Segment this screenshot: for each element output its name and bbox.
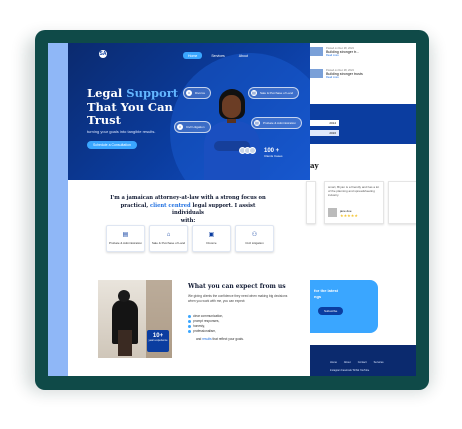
list-item-label: professionalism, — [193, 329, 217, 333]
services-row: ▤ Probate & Administration ⌂ Sale & Purc… — [106, 225, 274, 252]
about-line: practical, — [120, 202, 150, 209]
expect-closing: and results that reflect your goals. — [196, 337, 244, 341]
hero-title-line2: That You Can — [87, 99, 173, 114]
testimonial-card: smart, Bryan is a friendly and has a lot… — [324, 181, 384, 224]
pill-label: Probate & Administration — [263, 121, 297, 125]
footer-social-links[interactable]: Instagram Facebook TikTok YouTube — [330, 369, 369, 372]
newsletter-text: for the latest ngs — [314, 288, 338, 299]
footer-links: Home About Contact Services — [330, 361, 384, 364]
website-preview: SA Home Services About Legal Support Tha… — [48, 43, 416, 376]
clients-stat: 100 + Clients Cases — [264, 148, 283, 158]
pill-probate[interactable]: ▤ Probate & Administration — [251, 117, 303, 129]
client-avatars — [239, 147, 256, 154]
read-more-link[interactable]: Read more — [326, 54, 359, 57]
footer: Home About Contact Services Instagram Fa… — [310, 345, 416, 376]
house-icon: ⌂ — [186, 90, 192, 96]
pill-civil-litigation[interactable]: ⌂ Civil Litigation — [174, 121, 211, 133]
people-icon: ⚇ — [251, 232, 258, 238]
secondary-page-peek: Posted on Dec 28, 2024 Building stronger… — [306, 43, 416, 376]
pill-label: Civil Litigation — [186, 125, 205, 129]
document-icon: ▤ — [254, 120, 260, 126]
service-label: Probate & Administration — [108, 241, 143, 245]
consultation-button[interactable]: Schedule a Consultation — [87, 141, 137, 149]
service-card-divorce[interactable]: ▣ Divorce — [192, 225, 231, 252]
check-icon — [188, 320, 191, 323]
footer-link[interactable]: Home — [330, 361, 337, 364]
blog-post[interactable]: Posted on Dec 28, 2024 Building stronger… — [310, 47, 359, 57]
stat-cell: 2016 — [310, 130, 339, 136]
check-icon — [188, 325, 191, 328]
site-logo[interactable]: SA — [99, 50, 107, 58]
testimonial-card — [388, 181, 416, 224]
pill-label: Divorce — [195, 91, 206, 95]
closing-highlight: results — [202, 337, 212, 341]
subscribe-button[interactable]: Subscribe — [318, 307, 344, 315]
newsletter-box: for the latest ngs Subscribe — [310, 280, 378, 333]
testimonials-heading: ay — [310, 161, 319, 170]
star-rating: ★★★★★ — [340, 213, 358, 218]
briefcase-icon: ▣ — [208, 232, 215, 238]
hero-subtitle: turning your goals into tangible results… — [87, 129, 156, 134]
testimonial-card — [306, 181, 316, 224]
stat-cell: 2014 — [310, 120, 339, 126]
post-thumbnail — [310, 69, 323, 78]
expect-intro: We giving clients the confidence they ne… — [188, 294, 288, 303]
footer-link[interactable]: Services — [374, 361, 384, 364]
newsletter-line: ngs — [314, 293, 322, 299]
about-line: with: — [180, 217, 196, 224]
service-card-probate[interactable]: ▤ Probate & Administration — [106, 225, 145, 252]
check-icon — [188, 330, 191, 333]
read-more-link[interactable]: Read more — [326, 76, 363, 79]
house-icon: ⌂ — [166, 232, 171, 238]
closing-part: that reflect your goals. — [211, 337, 244, 341]
footer-link[interactable]: Contact — [358, 361, 367, 364]
nav-item-about[interactable]: About — [234, 52, 253, 59]
house-icon: ⌂ — [177, 124, 183, 130]
main-page: SA Home Services About Legal Support Tha… — [68, 43, 310, 376]
about-text: I'm a jamaican attorney-at-law with a st… — [108, 195, 268, 225]
avatar — [328, 208, 337, 217]
clients-label: Clients Cases — [264, 154, 283, 158]
document-icon: ▤ — [122, 232, 129, 238]
expect-title: What you can expect from us — [188, 283, 286, 290]
service-card-litigation[interactable]: ⚇ Civil Litigation — [235, 225, 274, 252]
expect-list: clear communication, prompt responses, h… — [188, 314, 223, 334]
experience-label: years experience — [148, 339, 168, 342]
service-label: Sale & Purchase of Land — [151, 241, 186, 245]
newsletter-line: for the latest — [314, 288, 339, 293]
service-card-land[interactable]: ⌂ Sale & Purchase of Land — [149, 225, 188, 252]
testimonial-quote: smart, Bryan is a friendly and has a lot… — [328, 185, 380, 198]
list-item: professionalism, — [188, 329, 223, 334]
nav-item-services[interactable]: Services — [206, 52, 229, 59]
about-line: I'm a jamaican attorney-at-law with a st… — [110, 195, 266, 201]
nav-item-home[interactable]: Home — [183, 52, 203, 59]
hero-title-part: Legal — [87, 86, 127, 100]
experience-badge: 10+ years experience — [147, 330, 169, 352]
document-icon: ▤ — [251, 90, 257, 96]
avatar — [249, 147, 256, 154]
footer-link[interactable]: About — [344, 361, 351, 364]
hero-title-line3: Trust — [87, 113, 121, 127]
pill-sale-purchase[interactable]: ▤ Sale & Purchase of Land — [248, 87, 300, 99]
about-highlight: client centred — [149, 202, 191, 209]
hero-title-accent: Support — [126, 86, 179, 100]
attorney-portrait — [196, 89, 266, 180]
main-nav: Home Services About — [183, 52, 253, 59]
post-thumbnail — [310, 47, 323, 56]
blog-post[interactable]: Posted on Dec 28, 2024 Building stronger… — [310, 69, 363, 79]
service-label: Civil Litigation — [245, 241, 264, 245]
service-label: Divorce — [206, 241, 217, 245]
pill-divorce[interactable]: ⌂ Divorce — [183, 87, 212, 99]
hero-section: SA Home Services About Legal Support Tha… — [68, 43, 310, 180]
pill-label: Sale & Purchase of Land — [260, 91, 294, 95]
check-icon — [188, 315, 191, 318]
